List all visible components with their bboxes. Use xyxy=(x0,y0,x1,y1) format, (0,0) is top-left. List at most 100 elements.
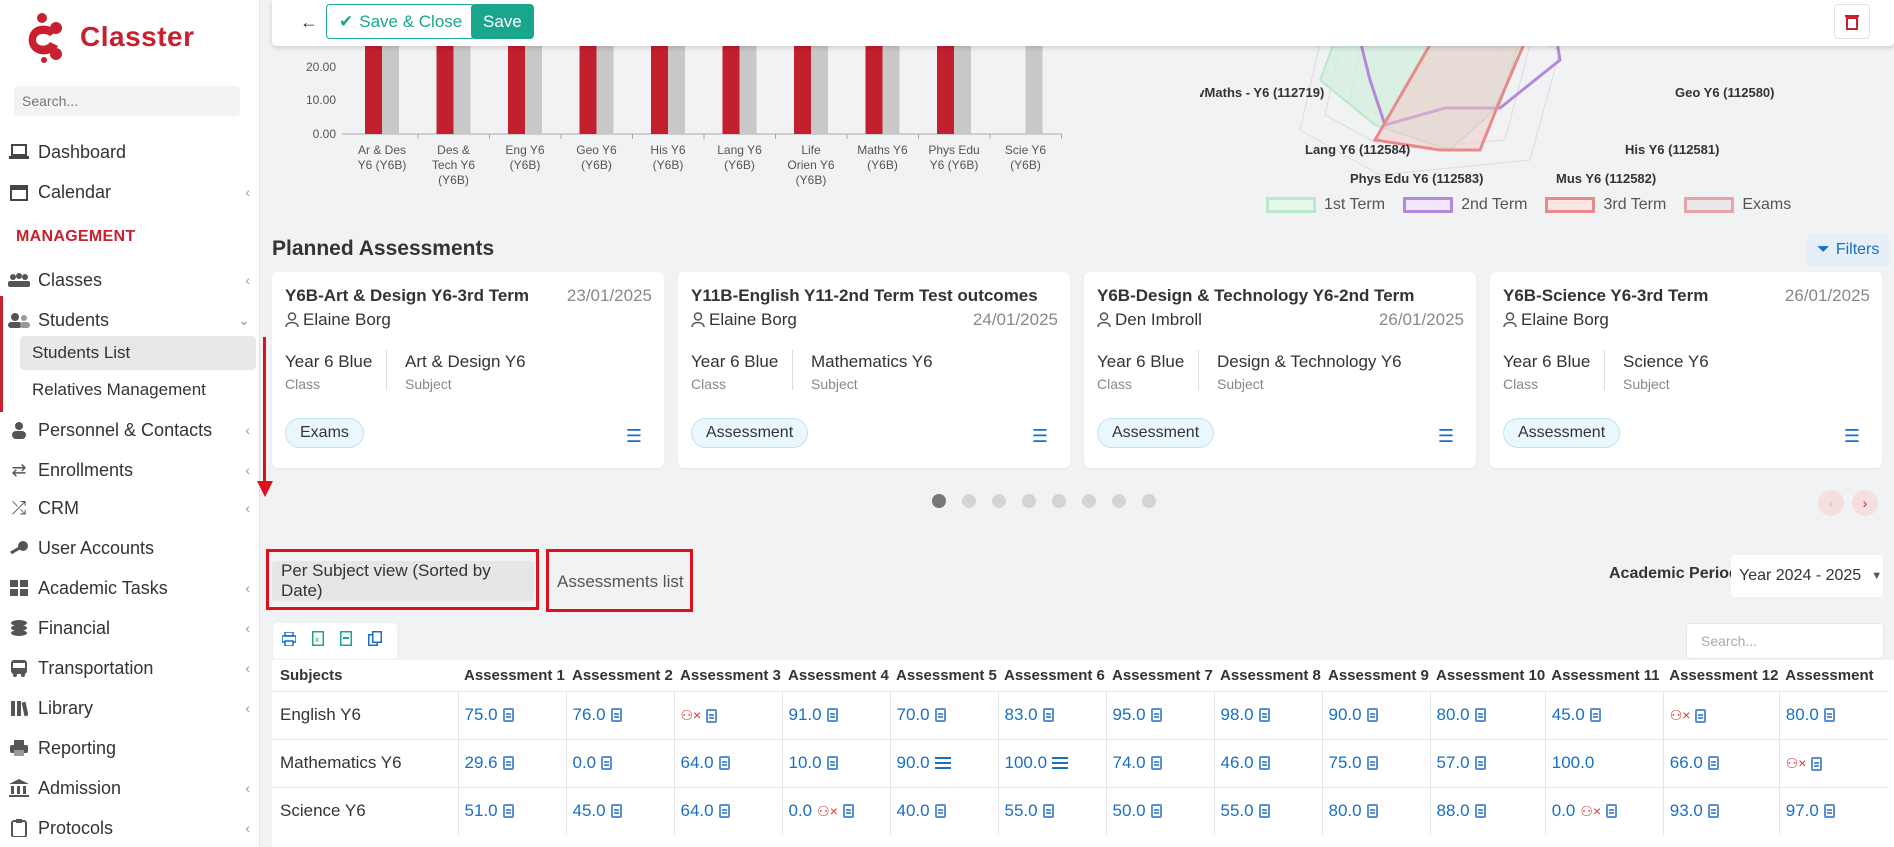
clipboard-icon[interactable] xyxy=(842,804,854,819)
grade-value[interactable]: 91.0 xyxy=(789,705,822,725)
grade-cell[interactable]: ⚇× xyxy=(1778,738,1890,787)
clipboard-icon[interactable] xyxy=(1695,708,1707,723)
legend-item-1st-term[interactable]: 1st Term xyxy=(1266,196,1385,214)
clipboard-icon[interactable] xyxy=(601,756,613,770)
sidebar-search-input[interactable] xyxy=(14,86,240,116)
grade-value[interactable]: 75.0 xyxy=(465,705,498,725)
grade-cell[interactable]: 45.0 xyxy=(1544,690,1664,739)
column-header[interactable]: Subjects xyxy=(272,660,458,691)
grade-cell[interactable]: 10.0 xyxy=(781,738,890,787)
grade-value[interactable]: 64.0 xyxy=(681,753,714,773)
carousel-dot[interactable] xyxy=(1052,494,1066,508)
sidebar-item-academic-tasks[interactable]: Academic Tasks ‹ xyxy=(0,570,260,606)
sidebar-item-enrollments[interactable]: ⇄ Enrollments ‹ xyxy=(0,452,260,488)
clipboard-icon[interactable] xyxy=(1366,708,1378,722)
grade-value[interactable]: 90.0 xyxy=(1329,705,1362,725)
column-header[interactable]: Assessment 2 xyxy=(566,660,674,691)
grade-cell[interactable]: 80.0 xyxy=(1321,786,1430,835)
carousel-dot[interactable] xyxy=(962,494,976,508)
grade-value[interactable]: 80.0 xyxy=(1437,705,1470,725)
grade-cell[interactable]: 0.0 ⚇× xyxy=(1544,786,1664,835)
grade-value[interactable]: 55.0 xyxy=(1005,801,1038,821)
legend-item-2nd-term[interactable]: 2nd Term xyxy=(1403,196,1527,214)
clipboard-icon[interactable] xyxy=(718,804,730,819)
grade-cell[interactable]: 90.0 xyxy=(889,738,998,787)
planned-assessment-card[interactable]: Y11B-English Y11-2nd Term Test outcomes 2… xyxy=(678,272,1070,468)
filters-button[interactable]: ⏷ Filters xyxy=(1807,234,1890,266)
column-header[interactable]: Assessment 6 xyxy=(998,660,1106,691)
clipboard-icon[interactable] xyxy=(610,804,622,819)
absent-user-icon[interactable]: ⚇× xyxy=(1786,755,1807,772)
grade-value[interactable]: 70.0 xyxy=(897,705,930,725)
grade-value[interactable]: 0.0 xyxy=(573,753,597,773)
clipboard-icon[interactable] xyxy=(1589,708,1601,722)
grade-value[interactable]: 76.0 xyxy=(573,705,606,725)
grade-cell[interactable]: 76.0 xyxy=(565,690,674,739)
sidebar-item-dashboard[interactable]: Dashboard xyxy=(0,134,260,170)
excel-export-icon[interactable]: x xyxy=(312,631,324,651)
sidebar-subitem-students-list[interactable]: Students List xyxy=(20,336,256,370)
grade-value[interactable]: 83.0 xyxy=(1005,705,1038,725)
save-button[interactable]: Save xyxy=(471,4,534,39)
grade-cell[interactable]: 46.0 xyxy=(1213,738,1322,787)
clipboard-icon[interactable] xyxy=(1366,756,1378,770)
clipboard-icon[interactable] xyxy=(1823,804,1835,819)
grade-cell[interactable]: 100.0 xyxy=(1544,738,1664,787)
column-header[interactable]: Assessment 10 xyxy=(1430,660,1545,691)
grade-value[interactable]: 74.0 xyxy=(1113,753,1146,773)
sidebar-item-financial[interactable]: Financial ‹ xyxy=(0,610,260,646)
clipboard-icon[interactable] xyxy=(610,708,622,722)
grade-value[interactable]: 80.0 xyxy=(1329,801,1362,821)
legend-item-exams[interactable]: Exams xyxy=(1684,196,1791,214)
grade-cell[interactable]: 83.0 xyxy=(997,690,1106,739)
absent-user-icon[interactable]: ⚇× xyxy=(1580,803,1601,820)
csv-export-icon[interactable] xyxy=(340,631,352,651)
menu-lines-icon[interactable]: ☰ xyxy=(1032,426,1048,447)
grade-cell[interactable]: 93.0 xyxy=(1662,786,1780,835)
planned-assessment-card[interactable]: Y6B-Science Y6-3rd Term 26/01/2025 Elaine … xyxy=(1490,272,1882,468)
column-header[interactable]: Assessment 8 xyxy=(1214,660,1322,691)
save-and-close-button[interactable]: ✔ Save & Close xyxy=(326,4,476,39)
details-lines-icon[interactable] xyxy=(934,757,951,769)
column-header[interactable]: Assessment 5 xyxy=(890,660,998,691)
grade-cell[interactable]: 45.0 xyxy=(565,786,674,835)
carousel-prev-button[interactable]: ‹ xyxy=(1818,490,1844,516)
column-header[interactable]: Assessment 11 xyxy=(1545,660,1663,691)
back-button[interactable]: ← xyxy=(292,6,326,38)
grade-cell[interactable]: 70.0 xyxy=(889,690,998,739)
sidebar-item-library[interactable]: Library ‹ xyxy=(0,690,260,726)
planned-assessment-card[interactable]: Y6B-Art & Design Y6-3rd Term 23/01/2025 El… xyxy=(272,272,664,468)
menu-lines-icon[interactable]: ☰ xyxy=(626,426,642,447)
table-search-input[interactable]: Search... xyxy=(1686,623,1884,659)
grade-cell[interactable]: 55.0 xyxy=(1213,786,1322,835)
sidebar-item-classes[interactable]: Classes ‹ xyxy=(0,262,260,298)
grade-cell[interactable]: 88.0 xyxy=(1429,786,1546,835)
grade-cell[interactable]: 75.0 xyxy=(1321,738,1430,787)
clipboard-icon[interactable] xyxy=(826,708,838,722)
planned-assessment-card[interactable]: Y6B-Design & Technology Y6-2nd Term 26/01… xyxy=(1084,272,1476,468)
grade-value[interactable]: 55.0 xyxy=(1221,801,1254,821)
absent-user-icon[interactable]: ⚇× xyxy=(1670,707,1691,724)
grade-value[interactable]: 90.0 xyxy=(897,753,930,773)
clipboard-icon[interactable] xyxy=(1823,708,1835,722)
grade-cell[interactable]: 80.0 xyxy=(1429,690,1546,739)
clipboard-icon[interactable] xyxy=(1474,756,1486,770)
grade-value[interactable]: 40.0 xyxy=(897,801,930,821)
absent-user-icon[interactable]: ⚇× xyxy=(681,707,702,724)
clipboard-icon[interactable] xyxy=(1707,804,1719,819)
grade-value[interactable]: 10.0 xyxy=(789,753,822,773)
carousel-dot[interactable] xyxy=(992,494,1006,508)
column-header[interactable]: Assessment 12 xyxy=(1663,660,1779,691)
column-header[interactable]: Assessment 1 xyxy=(458,660,566,691)
carousel-dot[interactable] xyxy=(1112,494,1126,508)
grade-cell[interactable]: 0.0 xyxy=(565,738,674,787)
sidebar-item-admission[interactable]: Admission ‹ xyxy=(0,770,260,806)
grade-cell[interactable]: 90.0 xyxy=(1321,690,1430,739)
grade-cell[interactable]: 75.0 xyxy=(457,690,566,739)
grade-cell[interactable]: 0.0 ⚇× xyxy=(781,786,890,835)
grade-value[interactable]: 93.0 xyxy=(1670,801,1703,821)
grade-cell[interactable]: 40.0 xyxy=(889,786,998,835)
sidebar-subitem-relatives-management[interactable]: Relatives Management xyxy=(20,373,256,407)
sidebar-item-calendar[interactable]: Calendar ‹ xyxy=(0,174,260,210)
clipboard-icon[interactable] xyxy=(1474,708,1486,722)
